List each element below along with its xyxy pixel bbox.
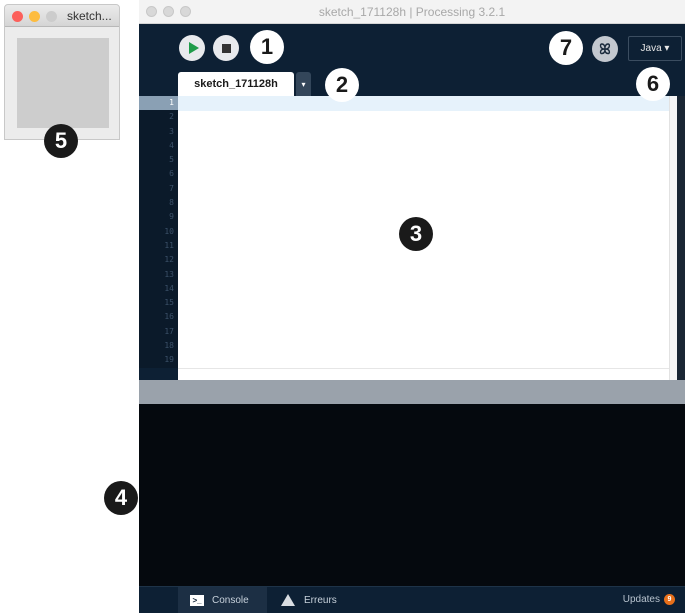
line-number: 11	[164, 240, 174, 250]
zoom-window-button[interactable]	[46, 11, 57, 22]
stop-icon	[221, 43, 231, 53]
debug-icon: ꕤ	[599, 40, 611, 57]
line-number: 15	[164, 298, 174, 308]
debug-button[interactable]: ꕤ	[592, 36, 618, 62]
mode-selector[interactable]: Java ▾	[628, 36, 682, 61]
callout-6: 6	[636, 67, 670, 101]
console-icon: >_	[190, 594, 204, 606]
line-number: 5	[169, 155, 174, 165]
line-number: 4	[169, 140, 174, 150]
play-icon	[188, 42, 199, 54]
warning-icon	[281, 594, 295, 606]
line-number: 19	[164, 355, 174, 365]
callout-4: 4	[104, 481, 138, 515]
updates-count-badge: 9	[664, 594, 675, 605]
editor-vertical-scrollbar[interactable]	[669, 96, 677, 380]
stop-button[interactable]	[213, 35, 239, 61]
tab-errors[interactable]: Erreurs	[268, 587, 352, 613]
editor-horizontal-scrollbar[interactable]	[178, 368, 669, 380]
ide-window: sketch_171128h | Processing 3.2.1 ꕤ Java…	[139, 0, 685, 613]
ide-titlebar: sketch_171128h | Processing 3.2.1	[139, 0, 685, 24]
console-output[interactable]	[139, 404, 685, 586]
sketch-window-titlebar: sketch...	[5, 5, 119, 27]
tab-console[interactable]: >_ Console	[178, 587, 267, 613]
window-edge	[677, 96, 685, 380]
tab-console-label: Console	[212, 594, 249, 606]
tab-sketch[interactable]: sketch_171128h	[178, 72, 294, 96]
footer-bar: >_ Console Erreurs Updates 9	[139, 586, 685, 613]
close-window-button[interactable]	[12, 11, 23, 22]
tab-bar: sketch_171128h ▾	[139, 72, 685, 96]
updates-label: Updates	[622, 594, 660, 605]
line-number: 3	[169, 126, 174, 136]
line-number: 13	[164, 269, 174, 279]
sketch-window: sketch...	[4, 4, 120, 140]
ide-window-title: sketch_171128h | Processing 3.2.1	[318, 5, 506, 19]
chevron-down-icon: ▾	[301, 79, 306, 89]
line-number: 12	[164, 255, 174, 265]
callout-2: 2	[325, 68, 359, 102]
sketch-window-title: sketch...	[67, 9, 112, 23]
line-number: 18	[164, 341, 174, 351]
updates-indicator[interactable]: Updates 9	[623, 594, 675, 605]
line-number: 1	[139, 96, 178, 111]
run-button[interactable]	[179, 35, 205, 61]
callout-5: 5	[44, 124, 78, 158]
line-number: 17	[164, 326, 174, 336]
callout-1: 1	[250, 30, 284, 64]
line-number-gutter: 1 2 3 4 5 6 7 8 9 10 11 12 13 14 15 16 17 18 19	[139, 96, 178, 368]
line-number: 6	[169, 169, 174, 179]
toolbar: ꕤ Java ▾	[139, 24, 685, 72]
line-number: 14	[164, 283, 174, 293]
editor-console-divider[interactable]	[139, 380, 685, 404]
sketch-canvas	[17, 38, 109, 128]
line-number: 10	[164, 226, 174, 236]
tab-menu-button[interactable]: ▾	[296, 72, 311, 96]
callout-3: 3	[399, 217, 433, 251]
callout-7: 7	[549, 31, 583, 65]
minimize-window-button[interactable]	[29, 11, 40, 22]
line-number: 8	[169, 198, 174, 208]
line-number: 7	[169, 183, 174, 193]
current-line-highlight	[178, 96, 677, 111]
tab-errors-label: Erreurs	[304, 594, 337, 606]
line-number: 9	[169, 212, 174, 222]
line-number: 2	[169, 112, 174, 122]
line-number: 16	[164, 312, 174, 322]
